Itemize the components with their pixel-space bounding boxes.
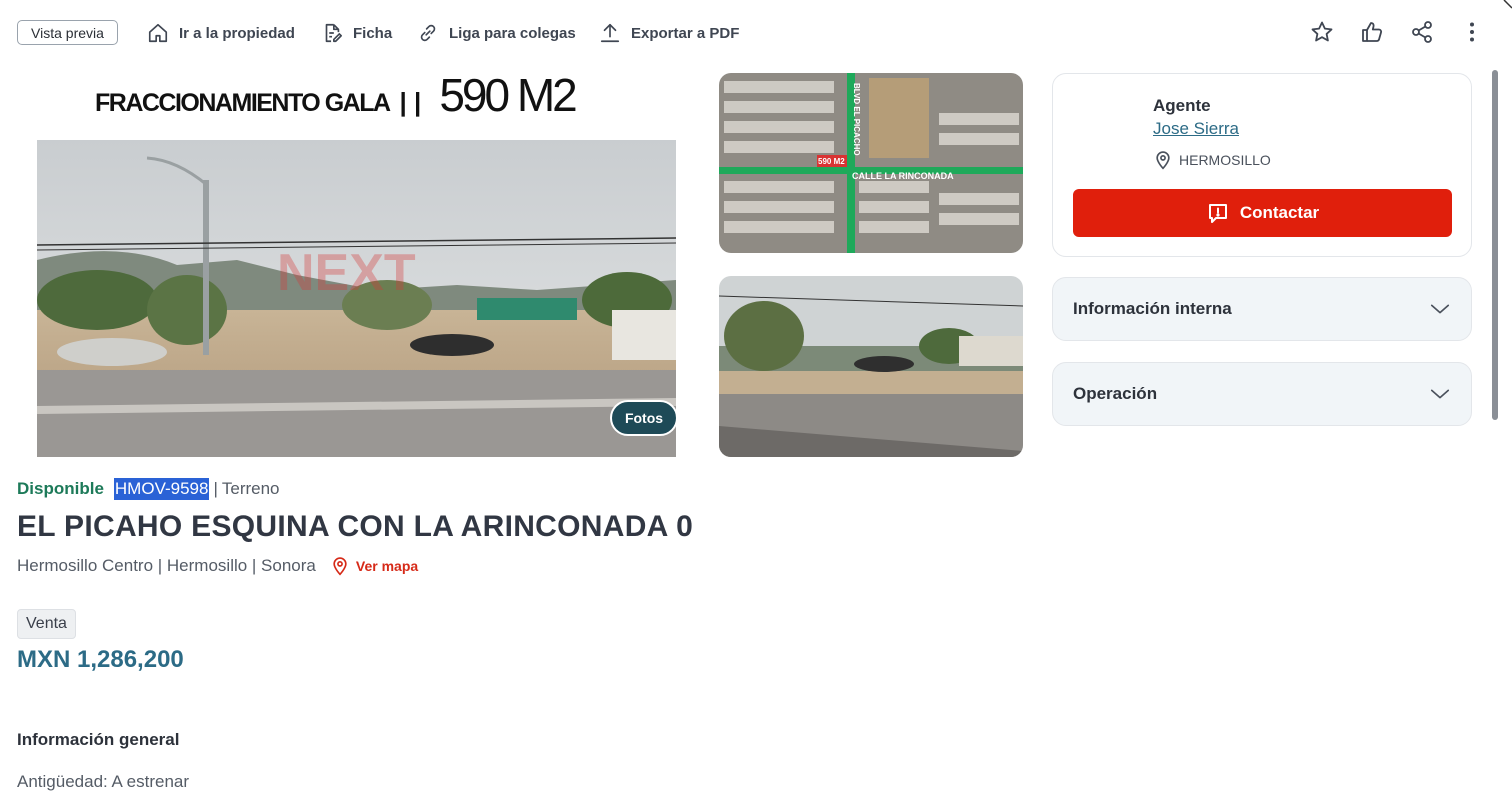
home-icon bbox=[148, 23, 168, 43]
hero-overlay-separator: | | bbox=[399, 87, 422, 117]
share-button[interactable] bbox=[1409, 19, 1435, 45]
location-pin-icon bbox=[1156, 151, 1170, 170]
hero-overlay-title: FRACCIONAMIENTO GALA | | 590 M2 bbox=[95, 68, 595, 121]
export-pdf-button[interactable]: Exportar a PDF bbox=[599, 20, 739, 46]
next-watermark: NEXT bbox=[277, 244, 416, 302]
contact-label: Contactar bbox=[1239, 203, 1320, 222]
agent-city-label: HERMOSILLO bbox=[1179, 152, 1271, 168]
map-pin-icon bbox=[333, 557, 347, 576]
chevron-down-icon bbox=[1430, 304, 1450, 314]
top-toolbar: Vista previa Ir a la propiedad Ficha Lig… bbox=[0, 0, 1512, 64]
map-marker-label: 590 M2 bbox=[818, 157, 845, 166]
map-street-label-2: CALLE LA RINCONADA bbox=[852, 171, 954, 181]
preview-button[interactable]: Vista previa bbox=[17, 20, 118, 45]
page-scrollbar[interactable] bbox=[1490, 68, 1500, 796]
internal-info-accordion[interactable]: Información interna bbox=[1052, 277, 1472, 341]
page-title: EL PICAHO ESQUINA CON LA ARINCONADA 0 bbox=[17, 510, 694, 543]
status-badge: Disponible bbox=[17, 479, 104, 498]
secondary-property-photo[interactable] bbox=[719, 276, 1023, 457]
operation-badge: Venta bbox=[17, 609, 76, 639]
status-line: Disponible HMOV-9598 | Terreno bbox=[17, 478, 280, 500]
like-button[interactable] bbox=[1359, 19, 1385, 45]
hero-overlay-area: 590 M2 bbox=[439, 69, 577, 121]
photos-button[interactable]: Fotos bbox=[610, 400, 678, 436]
link-icon bbox=[420, 24, 436, 42]
agent-card: Agente Jose Sierra HERMOSILLO Contactar bbox=[1052, 73, 1472, 257]
internal-info-label: Información interna bbox=[1073, 299, 1232, 318]
property-code[interactable]: HMOV-9598 bbox=[113, 478, 210, 500]
document-edit-icon bbox=[325, 23, 342, 43]
contact-button[interactable]: Contactar bbox=[1073, 189, 1452, 237]
map-street-label-1: BLVD EL PICACHO bbox=[852, 83, 861, 156]
thumbs-up-icon bbox=[1362, 22, 1383, 42]
property-location: Hermosillo Centro | Hermosillo | Sonora … bbox=[17, 556, 418, 576]
main-property-photo[interactable]: NEXT bbox=[37, 140, 676, 457]
agent-city: HERMOSILLO bbox=[1153, 150, 1271, 170]
colleague-link-label: Liga para colegas bbox=[449, 24, 576, 42]
upload-icon bbox=[600, 23, 620, 43]
agent-name-link[interactable]: Jose Sierra bbox=[1153, 119, 1239, 139]
operation-accordion[interactable]: Operación bbox=[1052, 362, 1472, 426]
close-icon[interactable] bbox=[1500, 0, 1512, 12]
go-to-property-button[interactable]: Ir a la propiedad bbox=[147, 20, 295, 46]
price: MXN 1,286,200 bbox=[17, 646, 184, 673]
hero-overlay-subdivision: FRACCIONAMIENTO GALA bbox=[95, 89, 391, 117]
export-pdf-label: Exportar a PDF bbox=[631, 24, 740, 42]
lot-photo-illustration bbox=[719, 276, 1023, 457]
satellite-map-illustration: 590 M2 BLVD EL PICACHO CALLE LA RINCONAD… bbox=[719, 73, 1023, 253]
view-map-link[interactable]: Ver mapa bbox=[330, 556, 418, 576]
go-to-property-label: Ir a la propiedad bbox=[179, 24, 295, 42]
more-vertical-icon bbox=[1470, 22, 1474, 42]
message-alert-icon bbox=[1208, 204, 1227, 223]
star-icon bbox=[1311, 21, 1333, 42]
favorite-button[interactable] bbox=[1309, 19, 1335, 45]
general-info-age: Antigüedad: A estrenar bbox=[17, 772, 190, 791]
operation-label: Operación bbox=[1073, 384, 1158, 403]
view-map-label: Ver mapa bbox=[355, 558, 419, 574]
street-photo-illustration: NEXT bbox=[37, 140, 676, 457]
sheet-button[interactable]: Ficha bbox=[321, 20, 392, 46]
location-text: Hermosillo Centro | Hermosillo | Sonora bbox=[17, 556, 316, 575]
chevron-down-icon bbox=[1430, 389, 1450, 399]
general-info-heading: Información general bbox=[17, 730, 180, 749]
colleague-link-button[interactable]: Liga para colegas bbox=[417, 20, 576, 46]
agent-label: Agente bbox=[1153, 96, 1211, 115]
scrollbar-thumb[interactable] bbox=[1492, 70, 1498, 420]
type-separator: | bbox=[213, 479, 218, 498]
property-type: Terreno bbox=[221, 479, 280, 498]
map-thumbnail[interactable]: 590 M2 BLVD EL PICACHO CALLE LA RINCONAD… bbox=[719, 73, 1023, 253]
sheet-label: Ficha bbox=[353, 24, 393, 42]
share-icon bbox=[1412, 21, 1432, 43]
more-options-button[interactable] bbox=[1459, 19, 1485, 45]
